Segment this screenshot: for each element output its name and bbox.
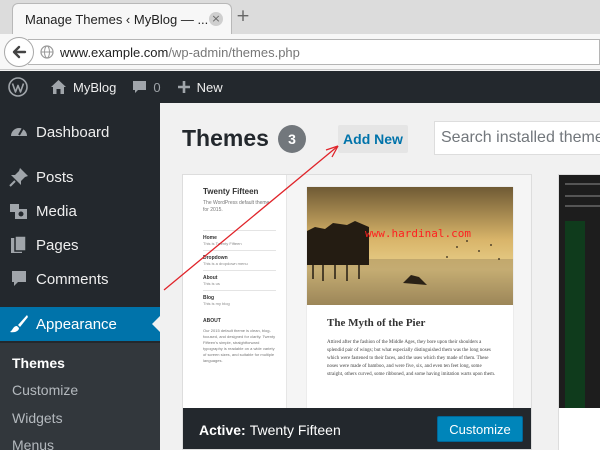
annotation-arrow [163, 145, 339, 291]
active-indicator [152, 316, 160, 332]
preview-post-text: Attired after the fashion of the Middle … [327, 340, 496, 377]
new-tab-button[interactable]: + [234, 6, 252, 26]
tab-title: Manage Themes ‹ MyBlog — ... [25, 11, 209, 27]
sidebar-item-label: Dashboard [36, 123, 110, 141]
sidebar-item-posts[interactable]: Posts [0, 160, 160, 194]
submenu-item-widgets[interactable]: Widgets [12, 410, 63, 426]
new-content-link[interactable]: New [169, 71, 231, 103]
new-label: New [196, 79, 223, 95]
sidebar-item-media[interactable]: Media [0, 194, 160, 228]
browser-nav-bar: www.example.com/wp-admin/themes.php [0, 34, 600, 70]
sidebar-item-pages[interactable]: Pages [0, 228, 160, 262]
customize-button[interactable]: Customize [437, 416, 523, 442]
preview-about-heading: ABOUT [203, 318, 221, 324]
wordpress-icon [8, 77, 28, 97]
preview-line [565, 195, 600, 197]
theme-screenshot[interactable] [559, 175, 600, 411]
sidebar-item-label: Appearance [36, 315, 117, 333]
submenu-item-customize[interactable]: Customize [12, 382, 78, 398]
submenu-item-themes[interactable]: Themes [12, 355, 65, 371]
preview-about-text: Our 2015 default theme is clean, blog-fo… [203, 328, 276, 363]
sidebar-item-label: Comments [36, 270, 109, 288]
watermark-text: www.hardinal.com [365, 227, 471, 240]
preview-line [565, 205, 600, 207]
back-arrow-icon [12, 45, 27, 59]
url-path: /wp-admin/themes.php [168, 44, 300, 60]
url-host: www.example.com [60, 44, 169, 60]
theme-card[interactable] [558, 174, 600, 450]
admin-sidebar: Dashboard Posts Media Pages Comments App… [0, 103, 160, 450]
home-icon [51, 80, 66, 94]
theme-name: Twenty Fifteen [249, 421, 341, 438]
wp-admin-bar: MyBlog 0 New [0, 71, 600, 103]
site-name: MyBlog [73, 79, 117, 95]
preview-post-title: The Myth of the Pier [327, 317, 426, 329]
theme-card-footer [559, 408, 600, 450]
sidebar-item-comments[interactable]: Comments [0, 262, 160, 296]
wordpress-logo-button[interactable] [0, 71, 42, 103]
sidebar-item-label: Media [36, 202, 77, 220]
sidebar-item-appearance[interactable]: Appearance [0, 307, 160, 341]
sidebar-item-label: Posts [36, 168, 74, 186]
browser-tab-bar: Manage Themes ‹ MyBlog — ... × + [0, 0, 600, 34]
url-text: www.example.com/wp-admin/themes.php [60, 45, 300, 60]
preview-nav-desc: This is my blog [203, 301, 230, 306]
pages-icon [0, 235, 36, 255]
comment-icon [0, 269, 36, 289]
globe-icon [40, 45, 54, 59]
comment-icon [133, 80, 147, 93]
url-bar[interactable]: www.example.com/wp-admin/themes.php [28, 39, 600, 65]
browser-tab[interactable]: Manage Themes ‹ MyBlog — ... × [12, 3, 232, 34]
appearance-submenu: Themes Customize Widgets Menus [0, 343, 160, 450]
dashboard-icon [0, 122, 36, 142]
pin-icon [0, 167, 36, 187]
comments-count: 0 [153, 79, 161, 95]
close-icon[interactable]: × [209, 12, 223, 26]
plus-icon [177, 81, 190, 93]
brush-icon [0, 314, 36, 334]
sidebar-item-label: Pages [36, 236, 79, 254]
theme-card-footer: Active: Twenty Fifteen Customize [183, 408, 531, 449]
preview-block [565, 221, 585, 411]
active-label: Active: [199, 421, 246, 438]
sidebar-item-dashboard[interactable]: Dashboard [0, 115, 160, 149]
preview-line [565, 183, 600, 185]
site-name-link[interactable]: MyBlog [42, 71, 124, 103]
media-icon [0, 201, 36, 221]
submenu-item-menus[interactable]: Menus [12, 437, 54, 450]
back-button[interactable] [4, 37, 34, 67]
comments-link[interactable]: 0 [124, 71, 168, 103]
search-themes-input[interactable]: Search installed themes... [434, 121, 600, 155]
